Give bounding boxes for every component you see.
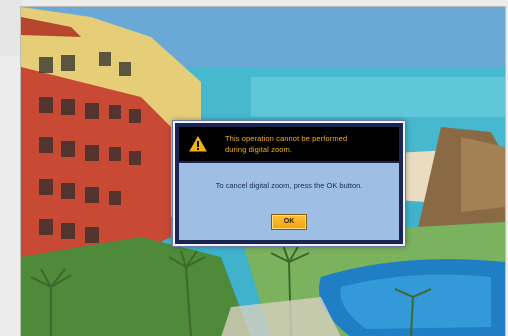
dialog-body: To cancel digital zoom, press the OK but… <box>179 163 399 240</box>
pool-light <box>340 274 491 329</box>
walkway <box>221 297 341 336</box>
thatched-roof-light <box>461 137 505 212</box>
dialog-instruction: To cancel digital zoom, press the OK but… <box>215 181 363 190</box>
garden <box>21 237 251 336</box>
dialog-message: This operation cannot be performed durin… <box>225 133 395 155</box>
digital-zoom-warning-dialog: This operation cannot be performed durin… <box>173 121 405 246</box>
dialog-message-line-1: This operation cannot be performed <box>225 134 348 143</box>
page-corner <box>0 0 22 56</box>
page: This operation cannot be performed durin… <box>0 0 508 336</box>
sea-highlight <box>251 77 505 117</box>
dialog-header: This operation cannot be performed durin… <box>179 127 399 161</box>
dialog-message-line-2: during digital zoom. <box>225 145 293 154</box>
ok-button[interactable]: OK <box>271 214 307 230</box>
warning-triangle-icon <box>189 136 207 152</box>
